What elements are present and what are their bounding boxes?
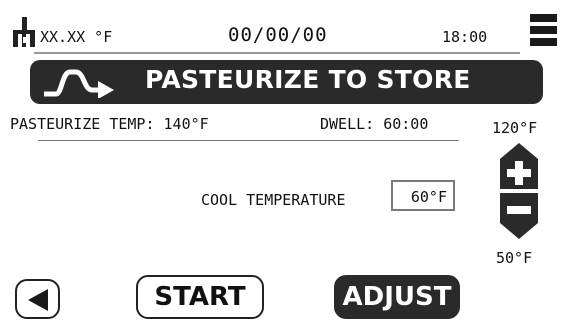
time-display: 18:00: [442, 28, 488, 46]
min-temp-label: 50°F: [496, 249, 533, 267]
menu-icon[interactable]: [530, 14, 557, 46]
adjust-button[interactable]: ADJUST: [334, 275, 460, 319]
minus-arrow-down-icon[interactable]: [500, 193, 538, 239]
dwell-time: DWELL: 60:00: [320, 115, 429, 133]
back-button[interactable]: [15, 279, 60, 319]
max-temp-label: 120°F: [492, 119, 538, 137]
info-divider: [38, 140, 459, 141]
cool-temperature-label: COOL TEMPERATURE: [201, 191, 346, 209]
title-banner: PASTEURIZE TO STORE: [30, 60, 543, 104]
pasteurize-temp: PASTEURIZE TEMP: 140°F: [10, 115, 209, 133]
cool-temperature-field[interactable]: 60°F: [391, 180, 455, 211]
status-bar: XX.XX °F 00/00/00 18:00: [0, 0, 563, 54]
status-divider: [34, 52, 520, 54]
plus-arrow-up-icon[interactable]: [500, 143, 538, 189]
pasteurize-curve-icon: [44, 69, 114, 98]
page-title: PASTEURIZE TO STORE: [145, 65, 471, 94]
thermometer-icon: [13, 17, 35, 47]
current-temperature: XX.XX °F: [40, 28, 113, 46]
back-arrow-icon: [28, 289, 48, 311]
start-button[interactable]: START: [136, 275, 264, 319]
date-display: 00/00/00: [228, 24, 328, 46]
